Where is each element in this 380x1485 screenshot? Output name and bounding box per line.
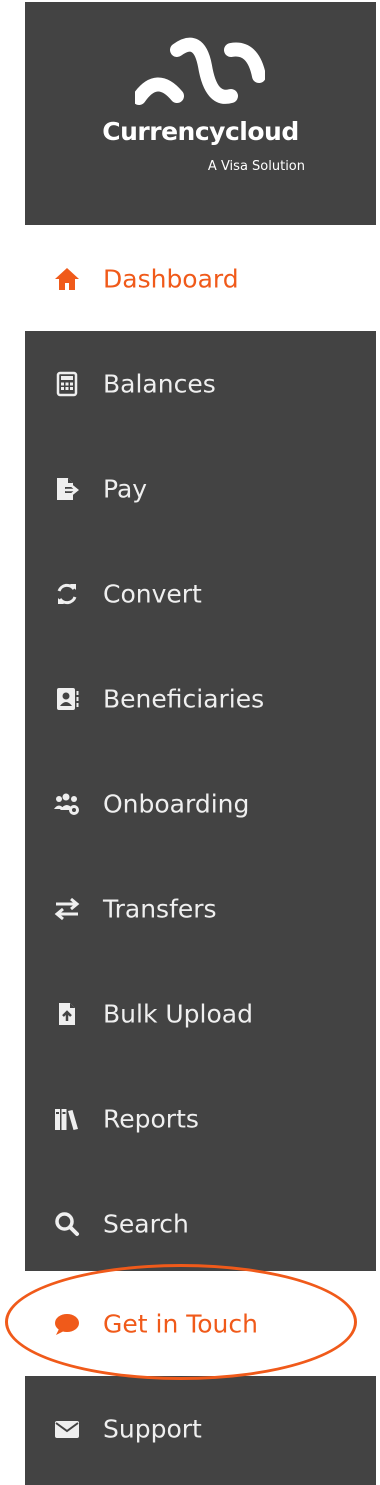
refresh-icon <box>53 580 81 608</box>
nav-item-label: Pay <box>103 474 148 503</box>
nav-item-label: Beneficiaries <box>103 684 265 713</box>
nav-item-label: Support <box>103 1414 202 1443</box>
nav-item-label: Balances <box>103 369 216 398</box>
search-icon <box>53 1210 81 1238</box>
nav-item-label: Search <box>103 1209 189 1238</box>
file-export-icon <box>53 475 81 503</box>
envelope-icon <box>53 1415 81 1443</box>
nav-item-label: Bulk Upload <box>103 999 253 1028</box>
currencycloud-logo-icon <box>135 37 265 105</box>
nav-item-convert[interactable]: Convert <box>25 541 376 646</box>
logo-block[interactable]: Currencycloud A Visa Solution <box>25 2 376 225</box>
nav-item-beneficiaries[interactable]: Beneficiaries <box>25 646 376 751</box>
nav-item-label: Dashboard <box>103 264 239 293</box>
nav-item-dashboard[interactable]: Dashboard <box>25 226 376 331</box>
calculator-icon <box>53 370 81 398</box>
nav-item-bulk-upload[interactable]: Bulk Upload <box>25 961 376 1066</box>
nav-item-get-in-touch[interactable]: Get in Touch <box>25 1271 376 1376</box>
sidebar-nav: Currencycloud A Visa Solution Dashboard … <box>25 0 376 1485</box>
bottom-divider <box>25 1480 376 1485</box>
nav-item-pay[interactable]: Pay <box>25 436 376 541</box>
file-upload-icon <box>53 1000 81 1028</box>
nav-item-label: Reports <box>103 1104 199 1133</box>
contact-book-icon <box>53 685 81 713</box>
nav-item-label: Get in Touch <box>103 1309 258 1338</box>
nav-item-label: Onboarding <box>103 789 250 818</box>
brand-name: Currencycloud <box>102 117 299 146</box>
nav-item-search[interactable]: Search <box>25 1171 376 1276</box>
home-icon <box>53 265 81 293</box>
nav-item-balances[interactable]: Balances <box>25 331 376 436</box>
users-gear-icon <box>53 790 81 818</box>
chat-bubble-icon <box>53 1310 81 1338</box>
nav-item-onboarding[interactable]: Onboarding <box>25 751 376 856</box>
nav-item-reports[interactable]: Reports <box>25 1066 376 1171</box>
brand-tagline: A Visa Solution <box>207 159 305 174</box>
exchange-arrows-icon <box>53 895 81 923</box>
nav-item-label: Convert <box>103 579 202 608</box>
nav-item-transfers[interactable]: Transfers <box>25 856 376 961</box>
nav-item-label: Transfers <box>103 894 217 923</box>
books-icon <box>53 1105 81 1133</box>
nav-item-support[interactable]: Support <box>25 1376 376 1481</box>
